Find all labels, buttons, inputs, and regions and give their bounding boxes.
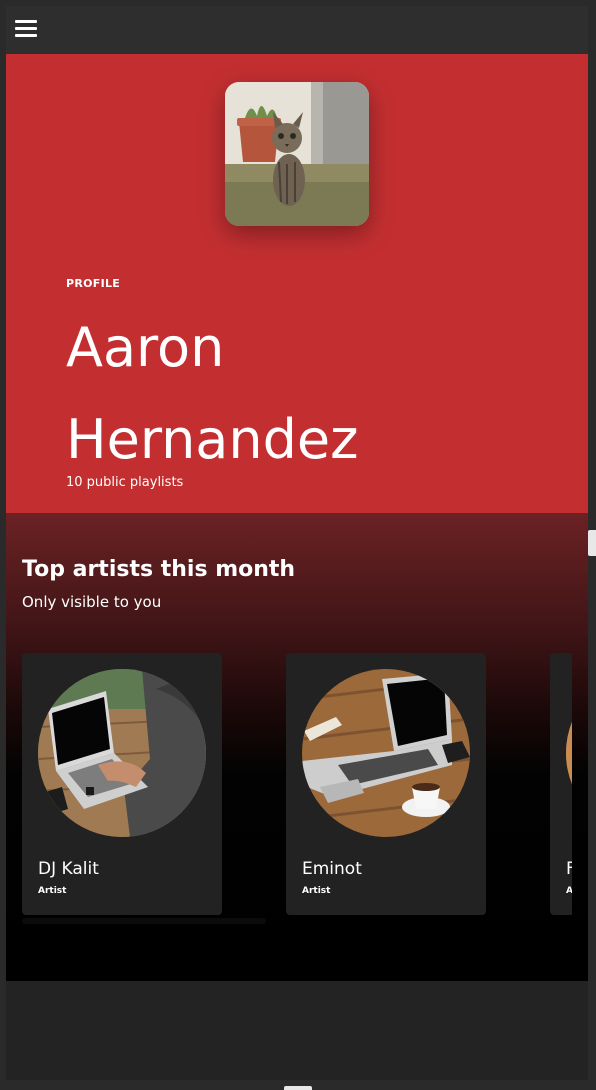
artist-name[interactable]: Eminot (302, 859, 362, 879)
artist-card[interactable]: F A (550, 653, 572, 915)
laptop-coffee-photo (302, 669, 470, 837)
profile-name: Aaron Hernandez (66, 316, 359, 471)
artist-image (302, 669, 470, 837)
top-artists-section: Top artists this month Only visible to y… (6, 513, 588, 981)
profile-type-label: PROFILE (66, 277, 121, 290)
section-title[interactable]: Top artists this month (22, 557, 295, 582)
profile-avatar[interactable] (225, 82, 369, 226)
artist-type-label: A (566, 886, 572, 896)
top-bar (6, 6, 588, 54)
artist-name[interactable]: DJ Kalit (38, 859, 99, 879)
hamburger-menu-icon[interactable] (15, 20, 37, 38)
bottom-spacer (6, 981, 588, 1080)
side-scroll-handle[interactable] (588, 530, 596, 556)
section-subtitle: Only visible to you (22, 593, 162, 611)
artist-card[interactable]: Eminot Artist (286, 653, 486, 915)
cat-photo-image (225, 82, 369, 226)
carousel-scrollbar[interactable] (22, 918, 266, 924)
artist-name[interactable]: F (566, 859, 572, 879)
artist-image (38, 669, 206, 837)
laptop-typing-photo (38, 669, 206, 837)
artist-card[interactable]: DJ Kalit Artist (22, 653, 222, 915)
app-frame: PROFILE Aaron Hernandez 10 public playli… (0, 0, 596, 1090)
artist-type-label: Artist (302, 886, 331, 896)
artist-type-label: Artist (38, 886, 67, 896)
artist-carousel[interactable]: DJ Kalit Artist Eminot Artist F A (22, 653, 572, 915)
profile-hero: PROFILE Aaron Hernandez 10 public playli… (6, 54, 588, 513)
laptop-photo-partial (566, 669, 572, 837)
artist-image (566, 669, 572, 837)
public-playlists-count[interactable]: 10 public playlists (66, 475, 183, 490)
bottom-scroll-handle[interactable] (284, 1086, 312, 1090)
main-content[interactable]: PROFILE Aaron Hernandez 10 public playli… (6, 54, 588, 1080)
